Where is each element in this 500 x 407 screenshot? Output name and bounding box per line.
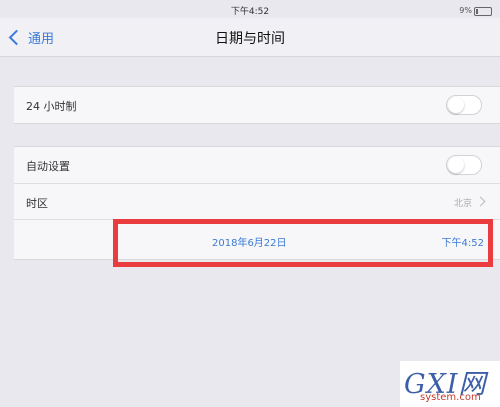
hour24-group: 24 小时制 <box>14 86 500 124</box>
time-zone-row[interactable]: 时区 北京 <box>14 183 500 219</box>
highlight-box <box>113 219 493 267</box>
hour24-row: 24 小时制 <box>14 87 500 123</box>
toggle-knob <box>448 97 464 113</box>
hour24-label: 24 小时制 <box>26 100 77 113</box>
watermark-sub: system.com <box>420 392 481 403</box>
watermark-logo: GXI网 system.com <box>400 361 500 407</box>
toggle-knob <box>448 157 464 173</box>
status-bar: 下午4:52 9% <box>0 0 500 18</box>
status-time: 下午4:52 <box>230 7 270 17</box>
time-zone-value: 北京 <box>453 199 472 209</box>
battery-icon <box>474 7 492 16</box>
auto-set-row: 自动设置 <box>14 147 500 183</box>
chevron-right-icon <box>475 196 486 207</box>
auto-set-label: 自动设置 <box>26 160 70 173</box>
time-zone-label: 时区 <box>26 197 48 210</box>
auto-set-toggle[interactable] <box>446 155 482 175</box>
battery-percent: 9% <box>459 6 472 15</box>
page-title: 日期与时间 <box>215 31 285 47</box>
hour24-toggle[interactable] <box>446 95 482 115</box>
navigation-bar: 通用 日期与时间 <box>0 18 500 57</box>
